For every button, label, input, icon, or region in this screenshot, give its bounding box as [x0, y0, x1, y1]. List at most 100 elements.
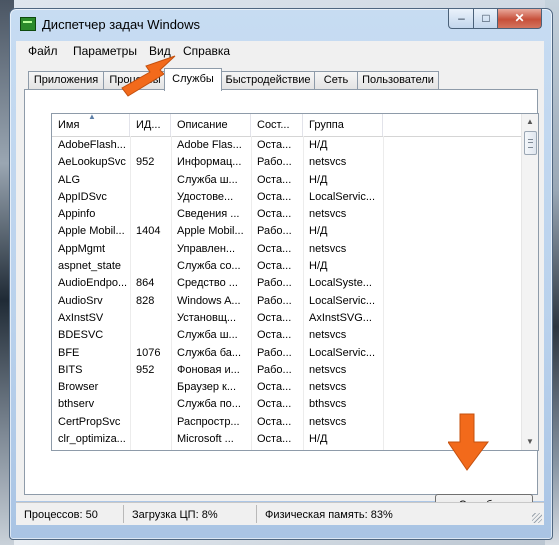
status-cpu: Загрузка ЦП: 8% [132, 509, 218, 521]
cell-status: Оста... [257, 173, 292, 186]
cell-group: netsvcs [309, 381, 347, 394]
cell-group: netsvcs [309, 242, 347, 255]
cell-group: LocalServic... [309, 346, 376, 359]
table-row[interactable]: BDESVC Служба ш... Оста... netsvcs [52, 327, 522, 344]
table-row[interactable]: AppIDSvc Удостове... Оста... LocalServic... [52, 189, 522, 206]
status-separator [256, 505, 257, 523]
cell-pid: 952 [136, 156, 155, 169]
table-row[interactable]: AdobeFlash... Adobe Flas... Оста... Н/Д [52, 137, 522, 154]
tab-processes[interactable]: Процессы [103, 71, 167, 90]
cell-group: Н/Д [309, 139, 328, 151]
cell-description: Фоновая и... [177, 363, 240, 376]
table-row[interactable]: Browser Браузер к... Оста... netsvcs [52, 379, 522, 396]
cell-name: ALG [58, 173, 81, 186]
cell-name: AppMgmt [58, 242, 106, 255]
cell-name: AeLookupSvc [58, 156, 126, 169]
cell-group: LocalServic... [309, 294, 376, 307]
table-row[interactable]: CertPropSvc Распростр... Оста... netsvcs [52, 414, 522, 431]
list-header: ▲ Имя ИД... Описание Сост... Группа [52, 114, 522, 137]
menu-bar: Файл Параметры Вид Справка [16, 41, 544, 61]
column-header-name[interactable]: ▲ Имя [52, 114, 130, 136]
cell-name: CertPropSvc [58, 415, 121, 428]
tab-network[interactable]: Сеть [314, 71, 358, 90]
close-button[interactable]: ✕ [497, 9, 542, 29]
cell-name: AdobeFlash... [58, 139, 126, 151]
scrollbar-thumb[interactable] [524, 131, 537, 155]
tab-performance[interactable]: Быстродействие [221, 71, 315, 90]
cell-group: Н/Д [303, 448, 383, 450]
cell-status: Оста... [257, 398, 292, 411]
tab-users[interactable]: Пользователи [357, 71, 439, 90]
cell-pid [130, 172, 171, 189]
menu-options[interactable]: Параметры [73, 44, 137, 58]
cell-description: Microsoft ... [177, 433, 234, 446]
cell-group: Н/Д [309, 433, 328, 446]
window-title: Диспетчер задач Windows [42, 17, 201, 32]
column-header-pid[interactable]: ИД... [130, 114, 171, 136]
table-row[interactable]: AudioSrv 828 Windows A... Рабо... LocalServi… [52, 293, 522, 310]
cell-description: Управлен... [177, 242, 236, 255]
cell-description: Сведения ... [177, 208, 240, 221]
cell-status: Оста... [251, 448, 303, 450]
cell-status: Оста... [257, 190, 292, 203]
table-row[interactable]: clr_optimiza...Microsoft ...Оста...Н/Д [52, 448, 522, 450]
cell-status: Оста... [257, 260, 292, 273]
resize-grip-icon[interactable] [532, 513, 542, 523]
scroll-up-arrow-icon[interactable]: ▲ [522, 114, 538, 130]
table-row[interactable]: BFE 1076 Служба ба... Рабо... LocalServic... [52, 345, 522, 362]
cell-status: Рабо... [257, 363, 292, 376]
table-row[interactable]: aspnet_state Служба со... Оста... Н/Д [52, 258, 522, 275]
table-row[interactable]: AeLookupSvc 952 Информац... Рабо... netsvcs [52, 154, 522, 171]
client-area: Приложения Процессы Службы Быстродействи… [16, 61, 544, 515]
cell-status: Оста... [257, 433, 292, 446]
table-row[interactable]: BITS 952 Фоновая и... Рабо... netsvcs [52, 362, 522, 379]
cell-pid [130, 396, 171, 413]
table-row[interactable]: Apple Mobil... 1404 Apple Mobil... Рабо... Н… [52, 223, 522, 240]
status-memory: Физическая память: 83% [265, 509, 393, 521]
maximize-button[interactable]: □ [473, 9, 499, 29]
cell-name: bthserv [58, 398, 95, 411]
menu-help[interactable]: Справка [183, 44, 230, 58]
menu-view[interactable]: Вид [149, 44, 171, 58]
column-header-group[interactable]: Группа [303, 114, 383, 136]
vertical-scrollbar[interactable]: ▲ ▼ [521, 114, 538, 450]
tab-services[interactable]: Службы [164, 68, 222, 91]
cell-pid [130, 258, 171, 275]
table-row[interactable]: Appinfo Сведения ... Оста... netsvcs [52, 206, 522, 223]
cell-pid [130, 448, 171, 450]
tab-applications[interactable]: Приложения [28, 71, 104, 90]
cell-description: Apple Mobil... [177, 225, 244, 238]
list-rows: AdobeFlash... Adobe Flas... Оста... Н/Д AeLo… [52, 137, 522, 450]
cell-name: AppIDSvc [58, 190, 107, 203]
table-row[interactable]: ALG Служба ш... Оста... Н/Д [52, 172, 522, 189]
cell-pid [130, 431, 171, 448]
table-row[interactable]: bthserv Служба по... Оста... bthsvcs [52, 396, 522, 413]
status-bar: Процессов: 50 Загрузка ЦП: 8% Физическая… [16, 502, 544, 525]
menu-file[interactable]: Файл [28, 44, 58, 58]
table-row[interactable]: AudioEndpo... 864 Средство ... Рабо... Local… [52, 275, 522, 292]
services-list[interactable]: ▲ Имя ИД... Описание Сост... Группа Adob… [51, 113, 539, 451]
cell-pid [130, 379, 171, 396]
column-header-status[interactable]: Сост... [251, 114, 303, 136]
cell-name: Appinfo [58, 208, 96, 221]
cell-description: Adobe Flas... [177, 139, 242, 151]
cell-description: Microsoft ... [171, 448, 251, 450]
cell-name: AudioEndpo... [58, 277, 128, 290]
status-separator [123, 505, 124, 523]
table-row[interactable]: clr_optimiza...Microsoft ...Оста...Н/Д [52, 431, 522, 448]
task-manager-window: Диспетчер задач Windows – □ ✕ Файл Парам… [9, 8, 553, 540]
cell-status: Оста... [257, 311, 292, 324]
minimize-button[interactable]: – [448, 9, 475, 29]
cell-status: Оста... [257, 242, 292, 255]
cell-pid: 952 [136, 363, 155, 376]
cell-pid [130, 414, 171, 431]
cell-description: Служба со... [177, 260, 241, 273]
table-row[interactable]: AppMgmt Управлен... Оста... netsvcs [52, 241, 522, 258]
title-bar[interactable]: Диспетчер задач Windows – □ ✕ [10, 9, 552, 37]
scroll-down-arrow-icon[interactable]: ▼ [522, 434, 538, 450]
cell-group: netsvcs [309, 329, 347, 342]
cell-name: BITS [58, 363, 83, 376]
table-row[interactable]: AxInstSV Установщ... Оста... AxInstSVG... [52, 310, 522, 327]
column-header-description[interactable]: Описание [171, 114, 251, 136]
cell-group: Н/Д [309, 260, 328, 273]
